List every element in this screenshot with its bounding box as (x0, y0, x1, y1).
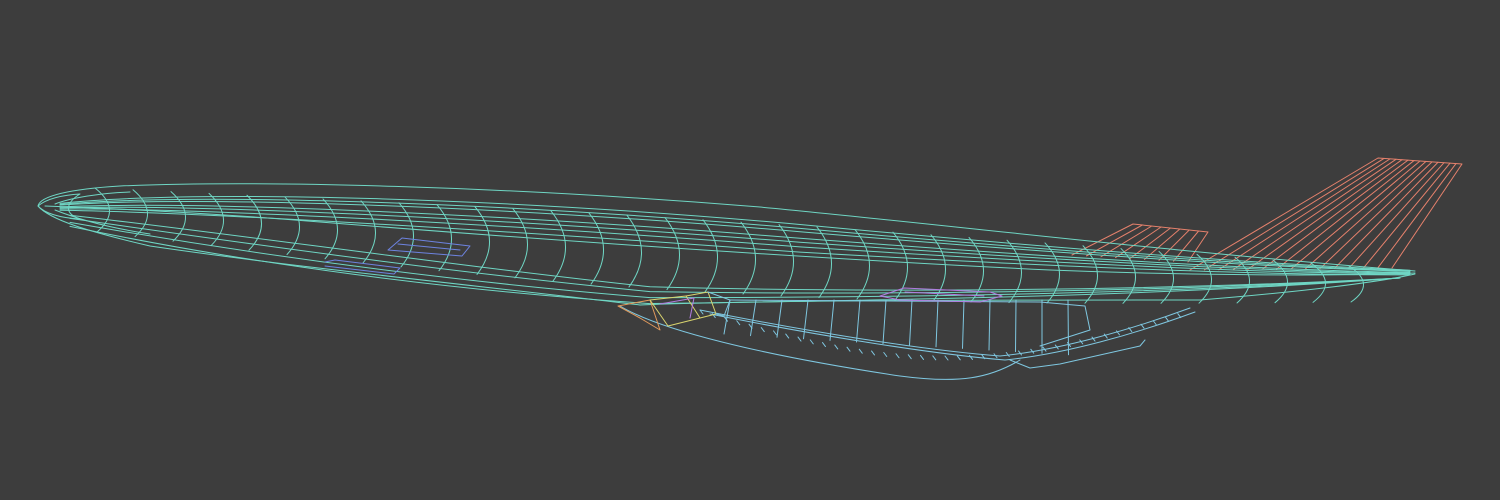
underbody-detail (883, 351, 888, 357)
tail-rib (1218, 158, 1391, 271)
underbody-rib (856, 299, 861, 343)
underbody-detail (1177, 313, 1182, 319)
underbody-detail (1165, 316, 1169, 322)
stringer (69, 217, 1401, 294)
underbody-detail (858, 348, 863, 354)
rib (246, 194, 262, 251)
underbody-rib (776, 299, 783, 338)
underbody-detail (1152, 320, 1157, 326)
underbody-rib (1015, 299, 1017, 353)
tail-rib (1333, 161, 1439, 270)
3d-viewport[interactable] (0, 0, 1500, 500)
rib (930, 234, 946, 302)
tail-rib (1247, 159, 1403, 270)
rib (132, 189, 148, 238)
underbody-rib (988, 299, 991, 351)
underbody-detail (736, 320, 741, 326)
tail-rib (1290, 160, 1421, 270)
underbody-detail (846, 346, 851, 352)
underbody-detail (920, 354, 924, 360)
rib (778, 224, 794, 297)
underbody-rib (962, 299, 965, 349)
tail-rib (1377, 163, 1457, 269)
rib (284, 196, 300, 256)
underbody-detail (956, 355, 961, 361)
underbody-rib (909, 299, 913, 346)
underbody-rib (750, 299, 757, 337)
underbody-detail (785, 333, 790, 339)
underbody-detail (797, 336, 802, 342)
underbody-detail (1005, 351, 1010, 357)
fin-rib (1115, 226, 1162, 259)
underbody-detail (871, 350, 875, 356)
underbody-detail (760, 327, 765, 333)
underbody-detail (822, 342, 826, 348)
underbody-rib (803, 299, 809, 340)
tail-rib (1348, 162, 1445, 269)
underbody-detail (969, 354, 973, 360)
tail-rib (1232, 158, 1397, 271)
underbody-detail (895, 353, 900, 359)
underbody-rib (1067, 299, 1069, 356)
vertical-tail (1189, 157, 1463, 271)
panel-blue-upper (387, 237, 471, 257)
underbody-detail (932, 355, 937, 361)
rib (816, 226, 832, 299)
underbody-rib (935, 299, 939, 348)
rib (740, 221, 756, 295)
underbody-detail (907, 354, 912, 360)
underbody-detail (773, 330, 777, 336)
rib (854, 229, 870, 300)
underbody-detail (809, 339, 814, 345)
underbody (619, 299, 1196, 380)
underbody-detail (944, 355, 949, 361)
tail-rib (1261, 159, 1409, 270)
wireframe-scene[interactable] (0, 0, 1500, 500)
tail-rib (1276, 160, 1415, 270)
underbody-rib (882, 299, 887, 345)
rib (322, 198, 338, 260)
underbody-detail (834, 344, 839, 350)
fuselage (37, 183, 1416, 306)
